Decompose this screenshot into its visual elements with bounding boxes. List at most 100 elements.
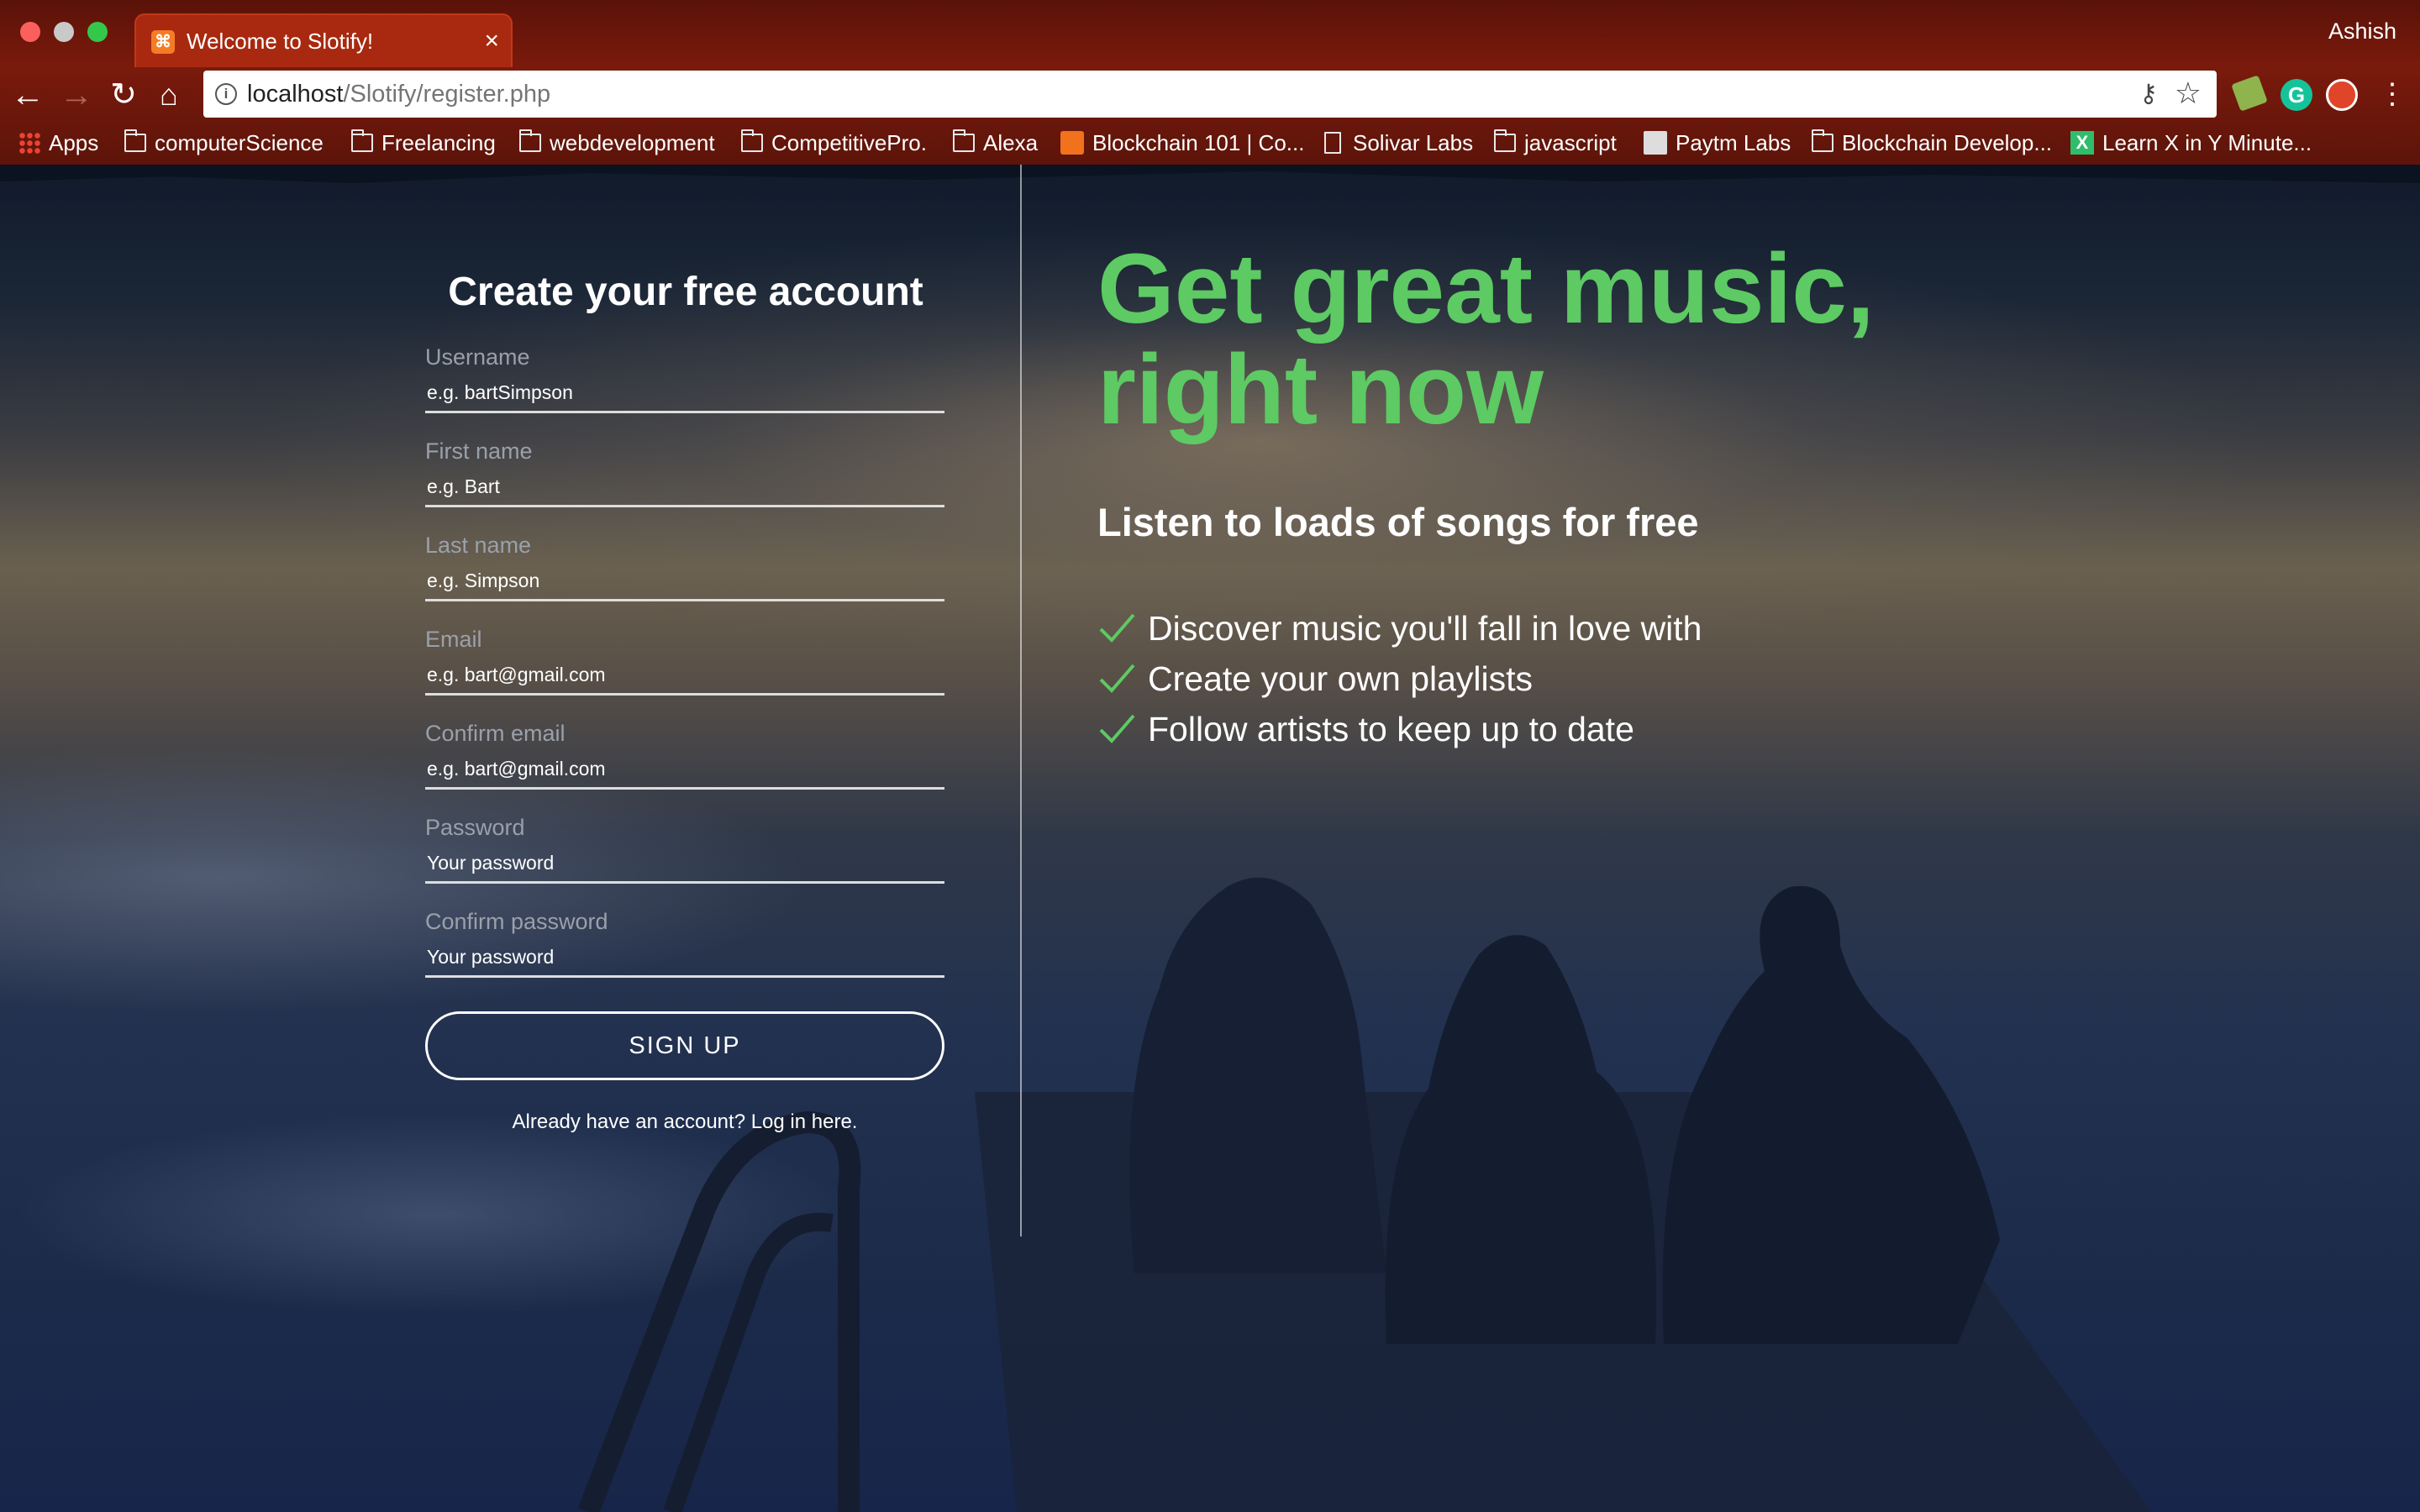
confirm-email-field: Confirm email bbox=[425, 721, 946, 813]
subheading: Listen to loads of songs for free bbox=[1097, 500, 1699, 544]
browser-toolbar: ← → ↻ ⌂ i localhost/Slotify/register.php… bbox=[0, 67, 2420, 123]
confirm-password-label: Confirm password bbox=[425, 909, 608, 934]
window-minimize-button[interactable] bbox=[54, 22, 74, 42]
username-input[interactable] bbox=[425, 375, 944, 413]
bookmark-folder[interactable]: CompetitivePro. bbox=[741, 128, 927, 158]
home-icon[interactable]: ⌂ bbox=[148, 74, 190, 116]
email-input[interactable] bbox=[425, 657, 944, 696]
password-label: Password bbox=[425, 815, 525, 840]
folder-icon bbox=[351, 129, 373, 152]
learnx-icon: X bbox=[2070, 131, 2094, 155]
bookmark-folder[interactable]: webdevelopment bbox=[519, 128, 715, 158]
feature-text: Create your own playlists bbox=[1148, 659, 1534, 698]
tab-title: Welcome to Slotify! bbox=[187, 29, 374, 54]
last-name-input[interactable] bbox=[425, 563, 944, 601]
bookmark-label: Paytm Labs bbox=[1676, 129, 1791, 155]
confirm-email-input[interactable] bbox=[425, 751, 944, 790]
bookmark-folder[interactable]: Blockchain Develop... bbox=[1812, 128, 2052, 158]
bookmark-link[interactable]: X Learn X in Y Minute... bbox=[2070, 128, 2312, 158]
star-icon[interactable]: ☆ bbox=[2175, 76, 2202, 111]
reload-icon[interactable]: ↻ bbox=[103, 74, 145, 116]
username-label: Username bbox=[425, 344, 530, 370]
bookmark-folder[interactable]: javascript bbox=[1494, 128, 1617, 158]
xampp-favicon-icon: ⌘ bbox=[151, 30, 175, 54]
first-name-label: First name bbox=[425, 438, 533, 464]
email-label: Email bbox=[425, 627, 482, 652]
headline: Get great music, right now bbox=[1097, 239, 1875, 440]
bookmark-folder[interactable]: computerScience bbox=[124, 128, 324, 158]
menu-kebab-icon[interactable]: ⋮ bbox=[2378, 76, 2407, 113]
vertical-divider bbox=[1020, 165, 1022, 1236]
paytm-icon bbox=[1644, 131, 1667, 155]
apps-grid-icon bbox=[18, 132, 40, 154]
check-icon bbox=[1099, 613, 1135, 643]
browser-chrome: ⌘ Welcome to Slotify! × Ashish ← → ↻ ⌂ i… bbox=[0, 0, 2420, 165]
tab-close-icon[interactable]: × bbox=[484, 26, 499, 56]
bookmark-label: Alexa bbox=[983, 129, 1039, 155]
first-name-input[interactable] bbox=[425, 469, 944, 507]
bookmark-link[interactable]: Solivar Labs bbox=[1324, 128, 1473, 158]
bookmark-label: Blockchain Develop... bbox=[1842, 129, 2053, 155]
last-name-field: Last name bbox=[425, 533, 946, 625]
login-link[interactable]: Already have an account? Log in here. bbox=[425, 1110, 944, 1134]
feature-item: Create your own playlists bbox=[1097, 654, 1702, 704]
first-name-field: First name bbox=[425, 438, 946, 531]
folder-icon bbox=[741, 129, 763, 152]
window-close-button[interactable] bbox=[20, 22, 40, 42]
bookmark-folder[interactable]: Freelancing bbox=[351, 128, 496, 158]
feature-text: Follow artists to keep up to date bbox=[1148, 709, 1634, 748]
page-content: Create your free account Username First … bbox=[0, 165, 2420, 1512]
sign-up-button[interactable]: SIGN UP bbox=[425, 1011, 944, 1080]
email-field: Email bbox=[425, 627, 946, 719]
feature-item: Discover music you'll fall in love with bbox=[1097, 603, 1702, 654]
password-input[interactable] bbox=[425, 845, 944, 884]
ublock-shield-icon[interactable] bbox=[2326, 79, 2358, 111]
back-arrow-icon[interactable]: ← bbox=[7, 74, 49, 116]
browser-tab[interactable]: ⌘ Welcome to Slotify! × bbox=[134, 13, 513, 67]
profile-name[interactable]: Ashish bbox=[2328, 18, 2396, 45]
bookmark-label: Learn X in Y Minute... bbox=[2102, 129, 2312, 155]
form-title: Create your free account bbox=[448, 270, 923, 314]
feature-text: Discover music you'll fall in love with bbox=[1148, 608, 1702, 648]
folder-icon bbox=[1494, 129, 1516, 152]
key-icon[interactable]: ⚷ bbox=[2139, 79, 2158, 108]
folder-icon bbox=[1812, 129, 1833, 152]
info-icon[interactable]: i bbox=[215, 83, 237, 105]
bookmark-label: Blockchain 101 | Co... bbox=[1092, 129, 1305, 155]
bookmark-link[interactable]: Blockchain 101 | Co... bbox=[1060, 128, 1304, 158]
url-path: /Slotify/register.php bbox=[343, 81, 551, 108]
headline-line-1: Get great music, bbox=[1097, 234, 1875, 344]
check-icon bbox=[1099, 664, 1135, 693]
confirm-password-field: Confirm password bbox=[425, 909, 946, 1001]
bookmark-apps[interactable]: Apps bbox=[18, 128, 98, 158]
last-name-label: Last name bbox=[425, 533, 532, 558]
password-field: Password bbox=[425, 815, 946, 907]
url-text[interactable]: localhost/Slotify/register.php bbox=[247, 81, 550, 108]
forward-arrow-icon[interactable]: → bbox=[55, 74, 97, 116]
title-bar: ⌘ Welcome to Slotify! × Ashish bbox=[0, 0, 2420, 67]
address-bar[interactable]: i localhost/Slotify/register.php ⚷ ☆ bbox=[203, 71, 2217, 118]
folder-icon bbox=[953, 129, 975, 152]
username-field: Username bbox=[425, 344, 946, 437]
bookmark-label: Apps bbox=[49, 129, 99, 155]
window-maximize-button[interactable] bbox=[87, 22, 108, 42]
bookmark-label: Freelancing bbox=[381, 129, 496, 155]
feature-item: Follow artists to keep up to date bbox=[1097, 704, 1702, 754]
bookmark-folder[interactable]: Alexa bbox=[953, 128, 1038, 158]
bookmark-label: CompetitivePro. bbox=[771, 129, 927, 155]
url-host: localhost bbox=[247, 81, 344, 108]
grammarly-icon[interactable]: G bbox=[2281, 79, 2312, 111]
feature-list: Discover music you'll fall in love with … bbox=[1097, 603, 1702, 754]
confirm-password-input[interactable] bbox=[425, 939, 944, 978]
bookmark-link[interactable]: Paytm Labs bbox=[1644, 128, 1791, 158]
bookmark-label: webdevelopment bbox=[550, 129, 715, 155]
extension-pen-icon[interactable] bbox=[2231, 75, 2268, 112]
coinbase-icon bbox=[1060, 131, 1084, 155]
headline-line-2: right now bbox=[1097, 334, 1544, 445]
folder-icon bbox=[124, 129, 146, 152]
folder-icon bbox=[519, 129, 541, 152]
confirm-email-label: Confirm email bbox=[425, 721, 566, 746]
bookmarks-bar: Apps computerScience Freelancing webdeve… bbox=[0, 123, 2420, 165]
bookmark-label: computerScience bbox=[155, 129, 324, 155]
page-icon bbox=[1324, 132, 1341, 154]
